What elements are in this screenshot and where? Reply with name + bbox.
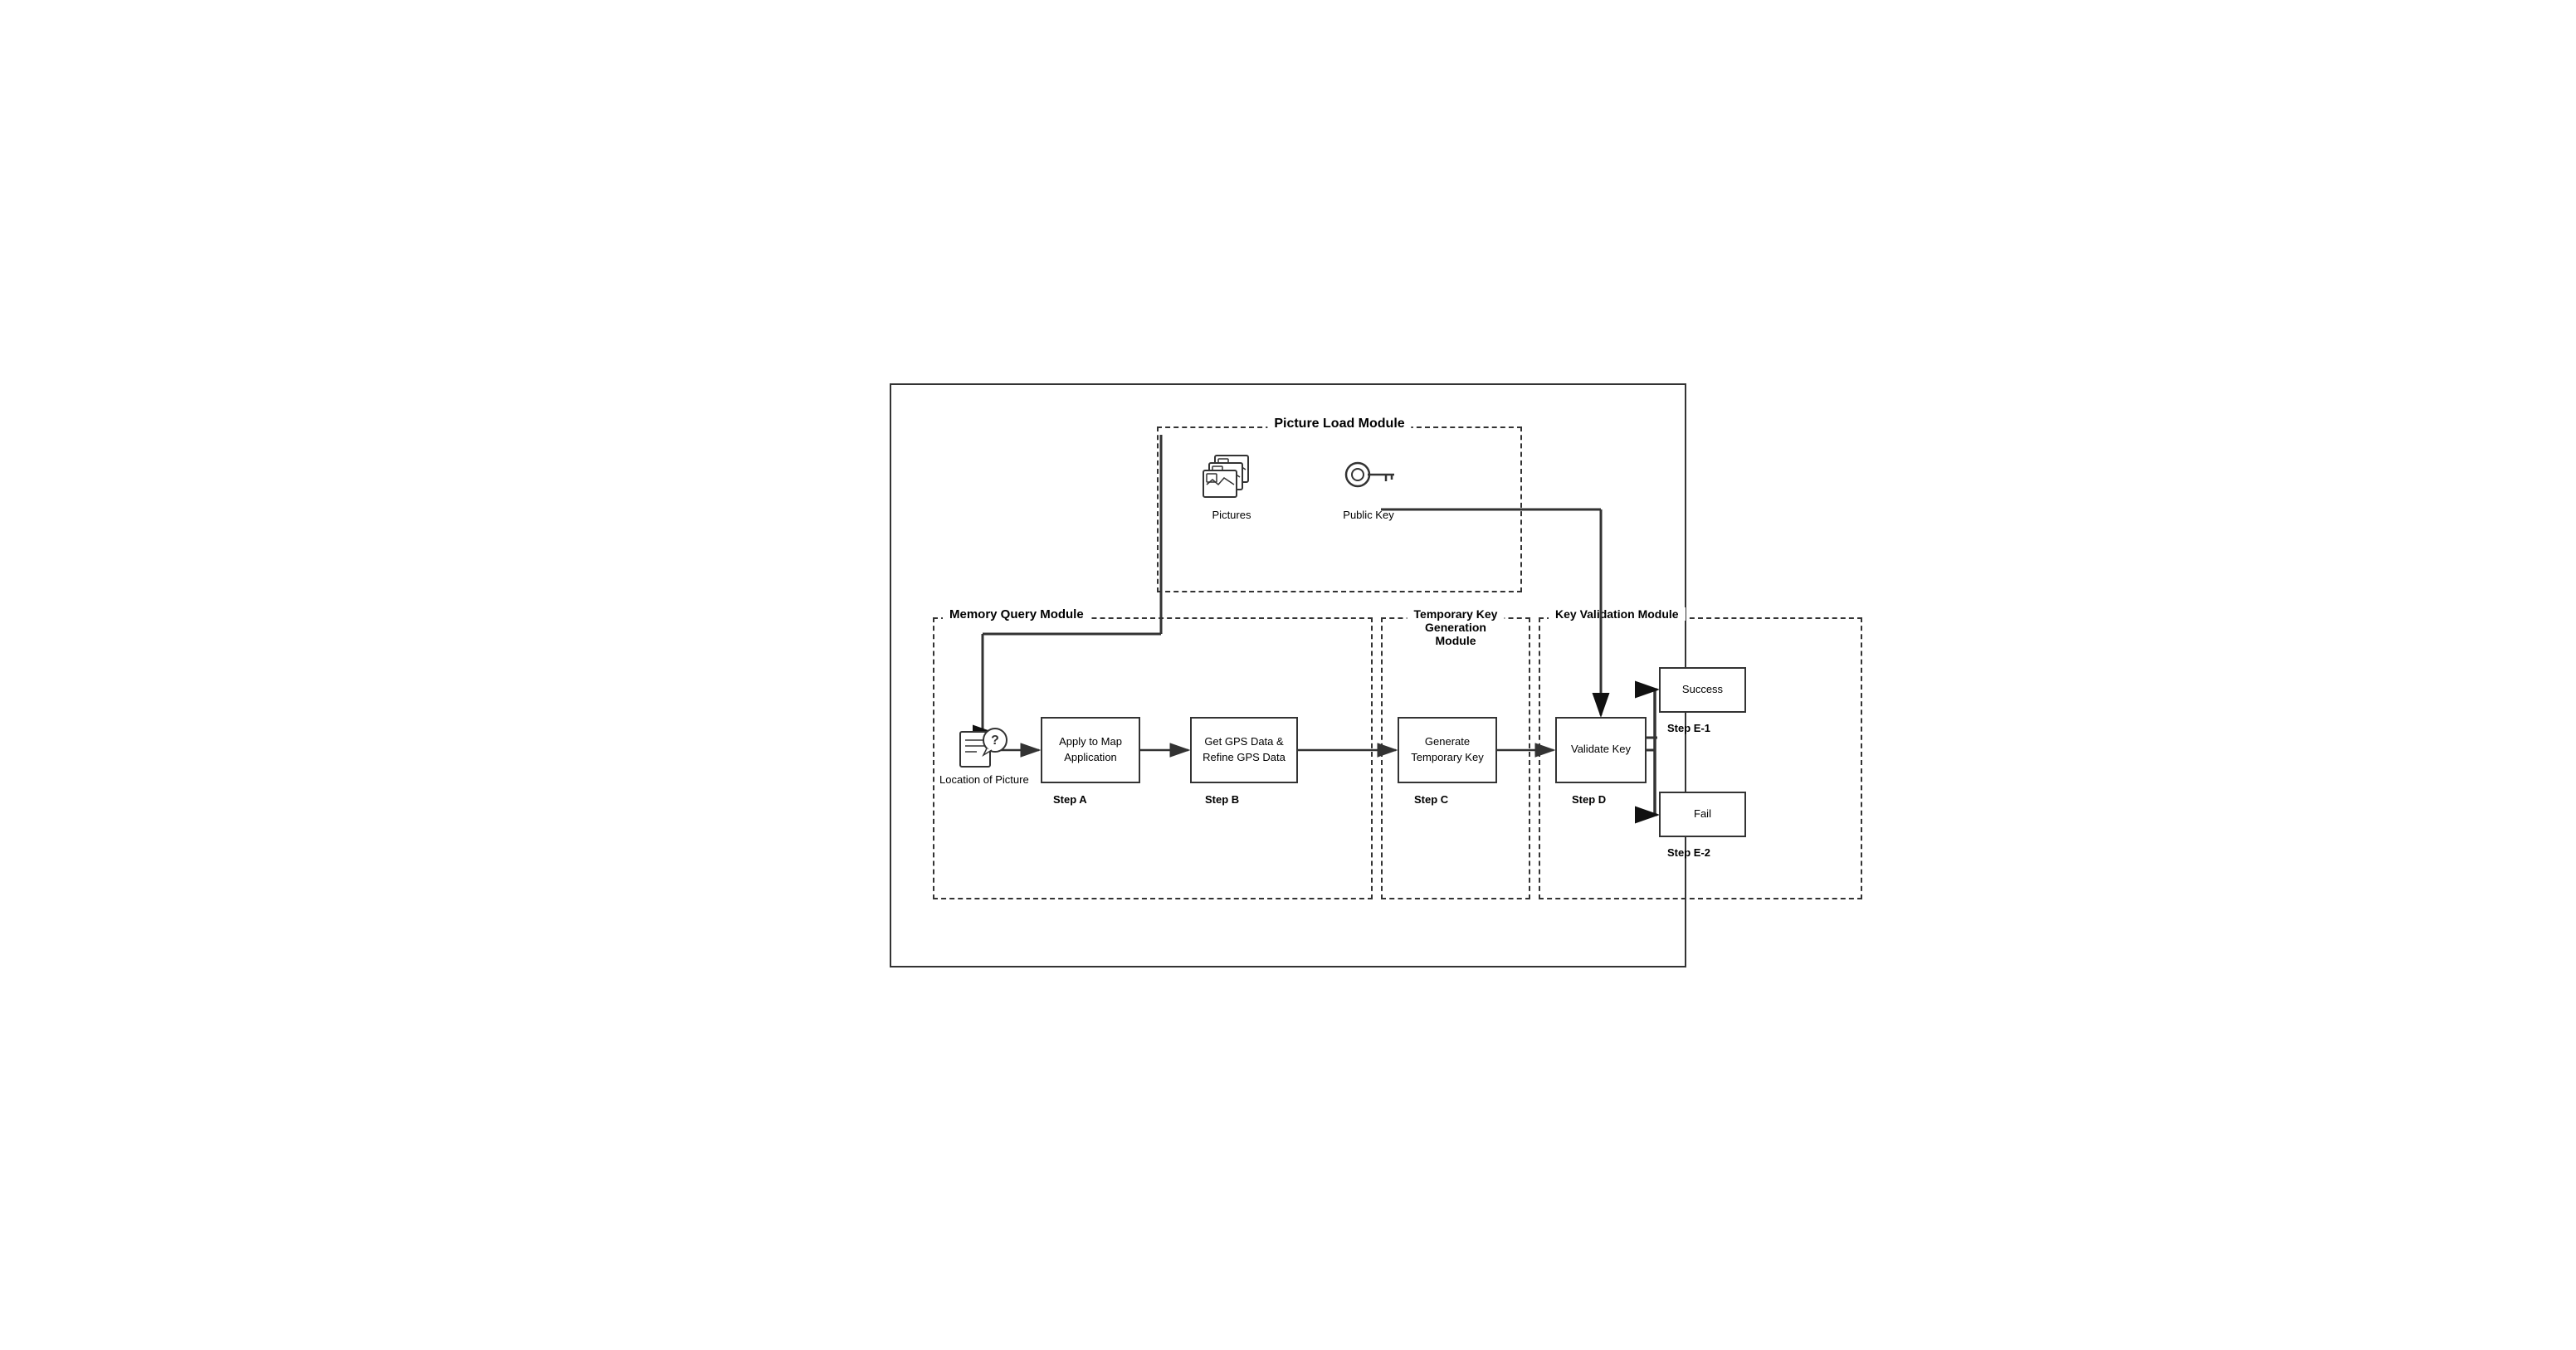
step-e1-label: Step E-1 — [1667, 722, 1710, 734]
step-b-box: Get GPS Data & Refine GPS Data — [1190, 717, 1298, 783]
step-e1-text: Success — [1682, 682, 1723, 697]
step-c-box: Generate Temporary Key — [1398, 717, 1497, 783]
location-of-picture: ? Location of Picture — [939, 725, 1029, 787]
public-key-label: Public Key — [1343, 509, 1393, 521]
step-e2-text: Fail — [1694, 807, 1711, 821]
step-b-text: Get GPS Data & Refine GPS Data — [1192, 734, 1296, 764]
key-validation-title: Key Validation Module — [1549, 607, 1686, 621]
pictures-icon — [1203, 451, 1261, 505]
step-a-box: Apply to Map Application — [1041, 717, 1140, 783]
svg-text:?: ? — [991, 733, 999, 748]
pictures-label: Pictures — [1212, 509, 1251, 521]
picture-load-title: Picture Load Module — [1267, 417, 1411, 431]
step-e2-label: Step E-2 — [1667, 846, 1710, 859]
location-label: Location of Picture — [939, 773, 1029, 787]
step-e2-box: Fail — [1659, 792, 1746, 837]
step-d-text: Validate Key — [1571, 742, 1631, 757]
content-wrapper: Picture Load Module Memory Query Module … — [916, 410, 1713, 941]
step-e1-box: Success — [1659, 667, 1746, 713]
temp-key-title: Temporary KeyGenerationModule — [1408, 607, 1505, 647]
step-c-label: Step C — [1414, 793, 1448, 806]
step-a-label: Step A — [1053, 793, 1087, 806]
step-b-label: Step B — [1205, 793, 1239, 806]
key-icon — [1339, 451, 1398, 505]
location-icon: ? — [959, 725, 1010, 773]
pictures-icon-area: Pictures — [1203, 451, 1261, 521]
memory-query-title: Memory Query Module — [943, 607, 1090, 621]
step-c-text: Generate Temporary Key — [1399, 734, 1495, 764]
step-d-box: Validate Key — [1555, 717, 1647, 783]
step-d-label: Step D — [1572, 793, 1606, 806]
public-key-icon-area: Public Key — [1339, 451, 1398, 521]
step-a-text: Apply to Map Application — [1042, 734, 1139, 764]
diagram-container: Picture Load Module Memory Query Module … — [890, 383, 1686, 967]
